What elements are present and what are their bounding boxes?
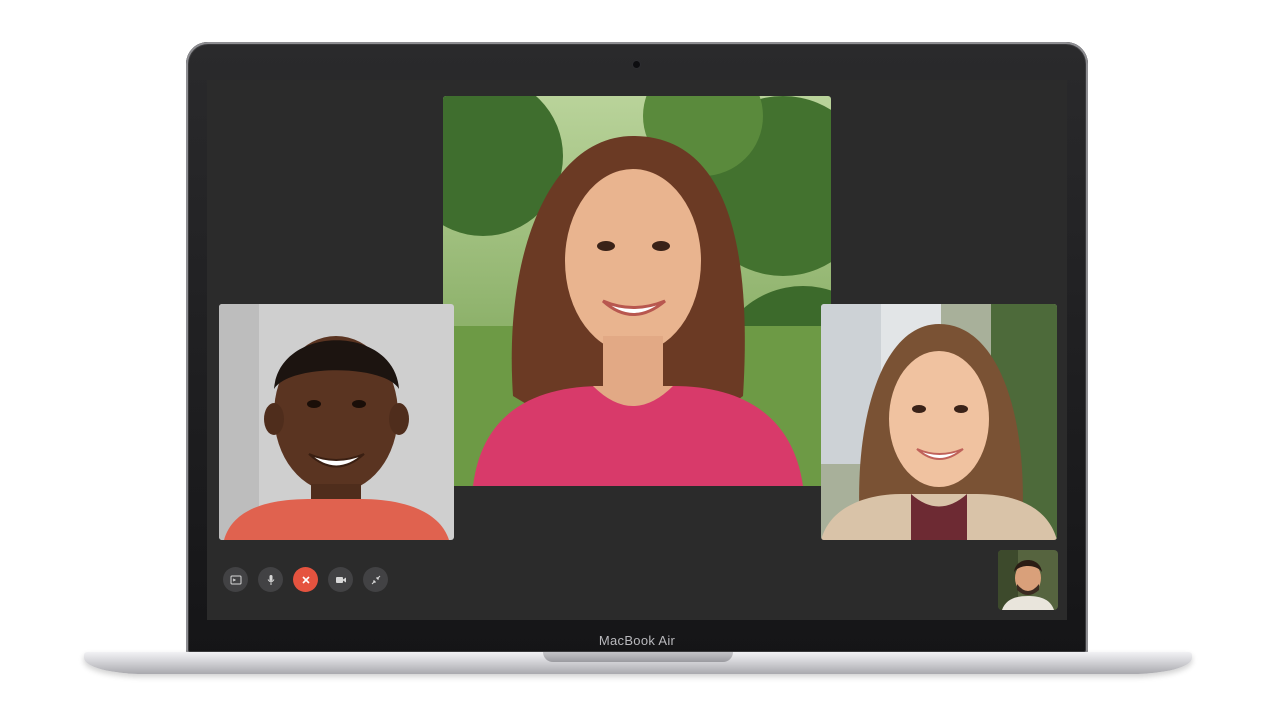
mute-button[interactable] bbox=[258, 567, 283, 592]
close-icon bbox=[301, 575, 310, 584]
participant-video-left[interactable] bbox=[219, 304, 454, 540]
camera-button[interactable] bbox=[328, 567, 353, 592]
collapse-arrows-icon bbox=[371, 575, 380, 584]
laptop-hinge-notch bbox=[543, 652, 733, 662]
call-controls bbox=[223, 567, 388, 592]
self-view-video[interactable] bbox=[998, 550, 1058, 610]
brand-label: MacBook Air bbox=[598, 633, 676, 648]
microphone-icon bbox=[267, 574, 274, 585]
laptop-bezel-label: MacBook Air bbox=[207, 630, 1067, 652]
sidebar-icon bbox=[230, 575, 241, 584]
participant-video-right[interactable] bbox=[821, 304, 1057, 540]
fullscreen-button[interactable] bbox=[363, 567, 388, 592]
facetime-window bbox=[207, 80, 1067, 620]
sidebar-toggle-button[interactable] bbox=[223, 567, 248, 592]
video-camera-icon bbox=[335, 576, 346, 583]
webcam bbox=[633, 61, 640, 68]
laptop-scene: MacBook Air bbox=[0, 0, 1280, 720]
end-call-button[interactable] bbox=[293, 567, 318, 592]
participant-video-main[interactable] bbox=[443, 96, 831, 486]
